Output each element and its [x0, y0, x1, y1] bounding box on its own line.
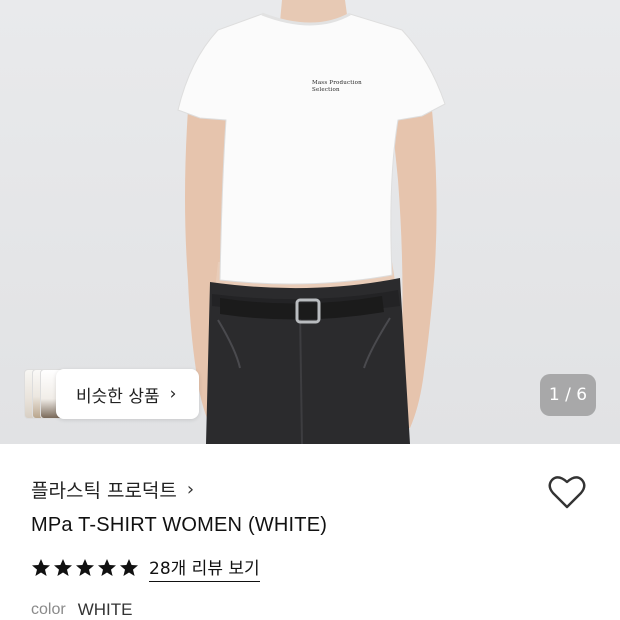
star-filled-icon — [120, 559, 138, 576]
brand-name: 플라스틱 프로덕트 — [31, 480, 177, 502]
review-link[interactable]: 28개 리뷰 보기 — [149, 554, 260, 582]
similar-products-pill[interactable]: 비슷한 상품 › — [56, 369, 199, 419]
product-name: MPa T-SHIRT WOMEN (WHITE) — [31, 514, 328, 536]
star-filled-icon — [76, 559, 94, 576]
color-label: color — [31, 601, 66, 618]
brand-link[interactable]: 플라스틱 프로덕트 › — [31, 476, 194, 503]
heart-outline-icon[interactable] — [548, 474, 586, 510]
shirt-print-text: Mass Production Selection — [312, 80, 362, 93]
similar-products-button[interactable]: 비슷한 상품 › — [24, 369, 199, 419]
rating-row: 28개 리뷰 보기 — [31, 554, 260, 582]
star-filled-icon — [32, 559, 50, 576]
image-page-counter: 1 / 6 — [540, 374, 596, 416]
product-info: 플라스틱 프로덕트 › MPa T-SHIRT WOMEN (WHITE) 28… — [0, 444, 620, 620]
star-rating — [31, 558, 139, 578]
color-value: WHITE — [77, 600, 133, 619]
product-image[interactable]: Mass Production Selection 비슷한 상품 › 1 / 6 — [0, 0, 620, 444]
color-row: color WHITE — [31, 600, 132, 620]
chevron-right-icon: › — [186, 479, 195, 500]
star-filled-icon — [98, 559, 116, 576]
star-filled-icon — [54, 559, 72, 576]
chevron-right-icon: › — [169, 384, 177, 404]
similar-products-label: 비슷한 상품 — [76, 386, 160, 407]
